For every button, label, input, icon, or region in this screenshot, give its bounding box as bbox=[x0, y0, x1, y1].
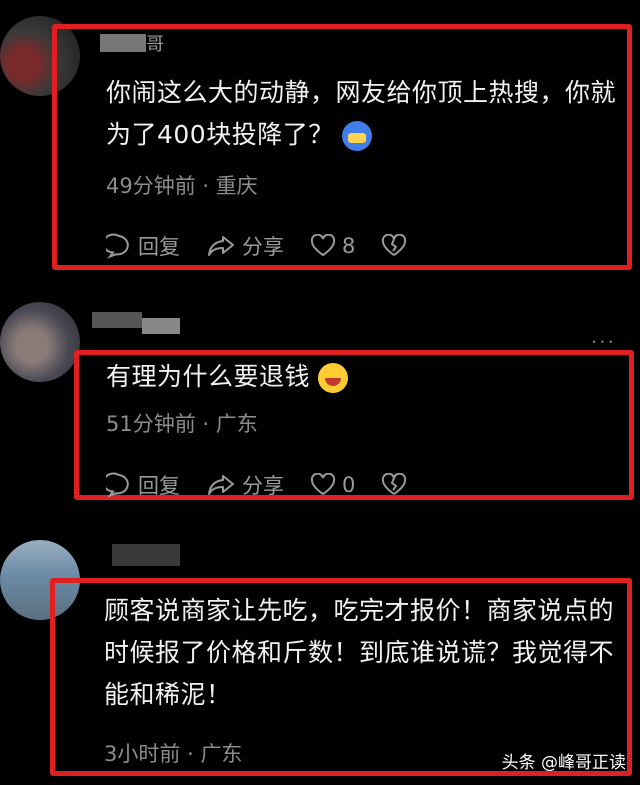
broken-heart-icon bbox=[382, 234, 407, 256]
like-button[interactable]: 0 bbox=[310, 473, 355, 497]
share-label: 分享 bbox=[242, 474, 284, 498]
reply-button[interactable]: 回复 bbox=[106, 231, 180, 261]
comment-meta: 49分钟前 · 重庆 bbox=[106, 170, 258, 200]
location: 广东 bbox=[215, 412, 258, 436]
broken-heart-icon bbox=[382, 473, 407, 495]
separator: · bbox=[187, 742, 194, 766]
separator: · bbox=[202, 412, 210, 436]
heart-icon bbox=[310, 473, 336, 496]
location: 广东 bbox=[200, 742, 243, 766]
share-button[interactable]: 分享 bbox=[206, 470, 284, 500]
timestamp: 3小时前 bbox=[104, 742, 181, 766]
laugh-cry-emoji bbox=[318, 363, 349, 393]
separator: · bbox=[202, 174, 210, 198]
reply-button[interactable]: 回复 bbox=[106, 470, 180, 500]
location: 重庆 bbox=[215, 174, 258, 198]
comment-meta: 51分钟前 · 广东 bbox=[106, 408, 258, 438]
heart-icon bbox=[310, 234, 336, 257]
dislike-button[interactable] bbox=[381, 473, 413, 497]
comment-text: 顾客说商家让先吃，吃完才报价！商家说点的时候报了价格和斤数！到底谁说谎？我觉得不… bbox=[104, 596, 615, 709]
like-count: 0 bbox=[342, 473, 356, 497]
cover-face-emoji bbox=[342, 121, 373, 151]
share-icon bbox=[208, 475, 234, 495]
dislike-button[interactable] bbox=[381, 234, 413, 258]
comment-text: 有理为什么要退钱 bbox=[106, 356, 606, 398]
comment-text: 你闹这么大的动静，网友给你顶上热搜，你就为了400块投降了？ bbox=[106, 72, 620, 156]
comment-text-content: 有理为什么要退钱 bbox=[106, 362, 311, 391]
like-button[interactable]: 8 bbox=[310, 234, 355, 258]
reply-label: 回复 bbox=[138, 235, 180, 259]
share-icon bbox=[208, 236, 234, 256]
comment-meta: 3小时前 · 广东 bbox=[104, 738, 242, 768]
reply-label: 回复 bbox=[138, 474, 180, 498]
watermark: 头条 @峰哥正读 bbox=[501, 753, 626, 773]
action-bar: 回复 分享 0 bbox=[106, 470, 439, 500]
share-button[interactable]: 分享 bbox=[206, 231, 284, 261]
timestamp: 49分钟前 bbox=[106, 174, 196, 198]
share-label: 分享 bbox=[242, 235, 284, 259]
timestamp: 51分钟前 bbox=[106, 412, 196, 436]
username-blur bbox=[112, 544, 180, 566]
username-blur bbox=[142, 318, 180, 334]
action-bar: 回复 分享 8 bbox=[106, 231, 439, 261]
reply-icon bbox=[106, 233, 129, 259]
avatar[interactable] bbox=[0, 302, 80, 382]
like-count: 8 bbox=[342, 234, 356, 258]
username-blur bbox=[92, 312, 142, 328]
reply-icon bbox=[106, 472, 129, 498]
